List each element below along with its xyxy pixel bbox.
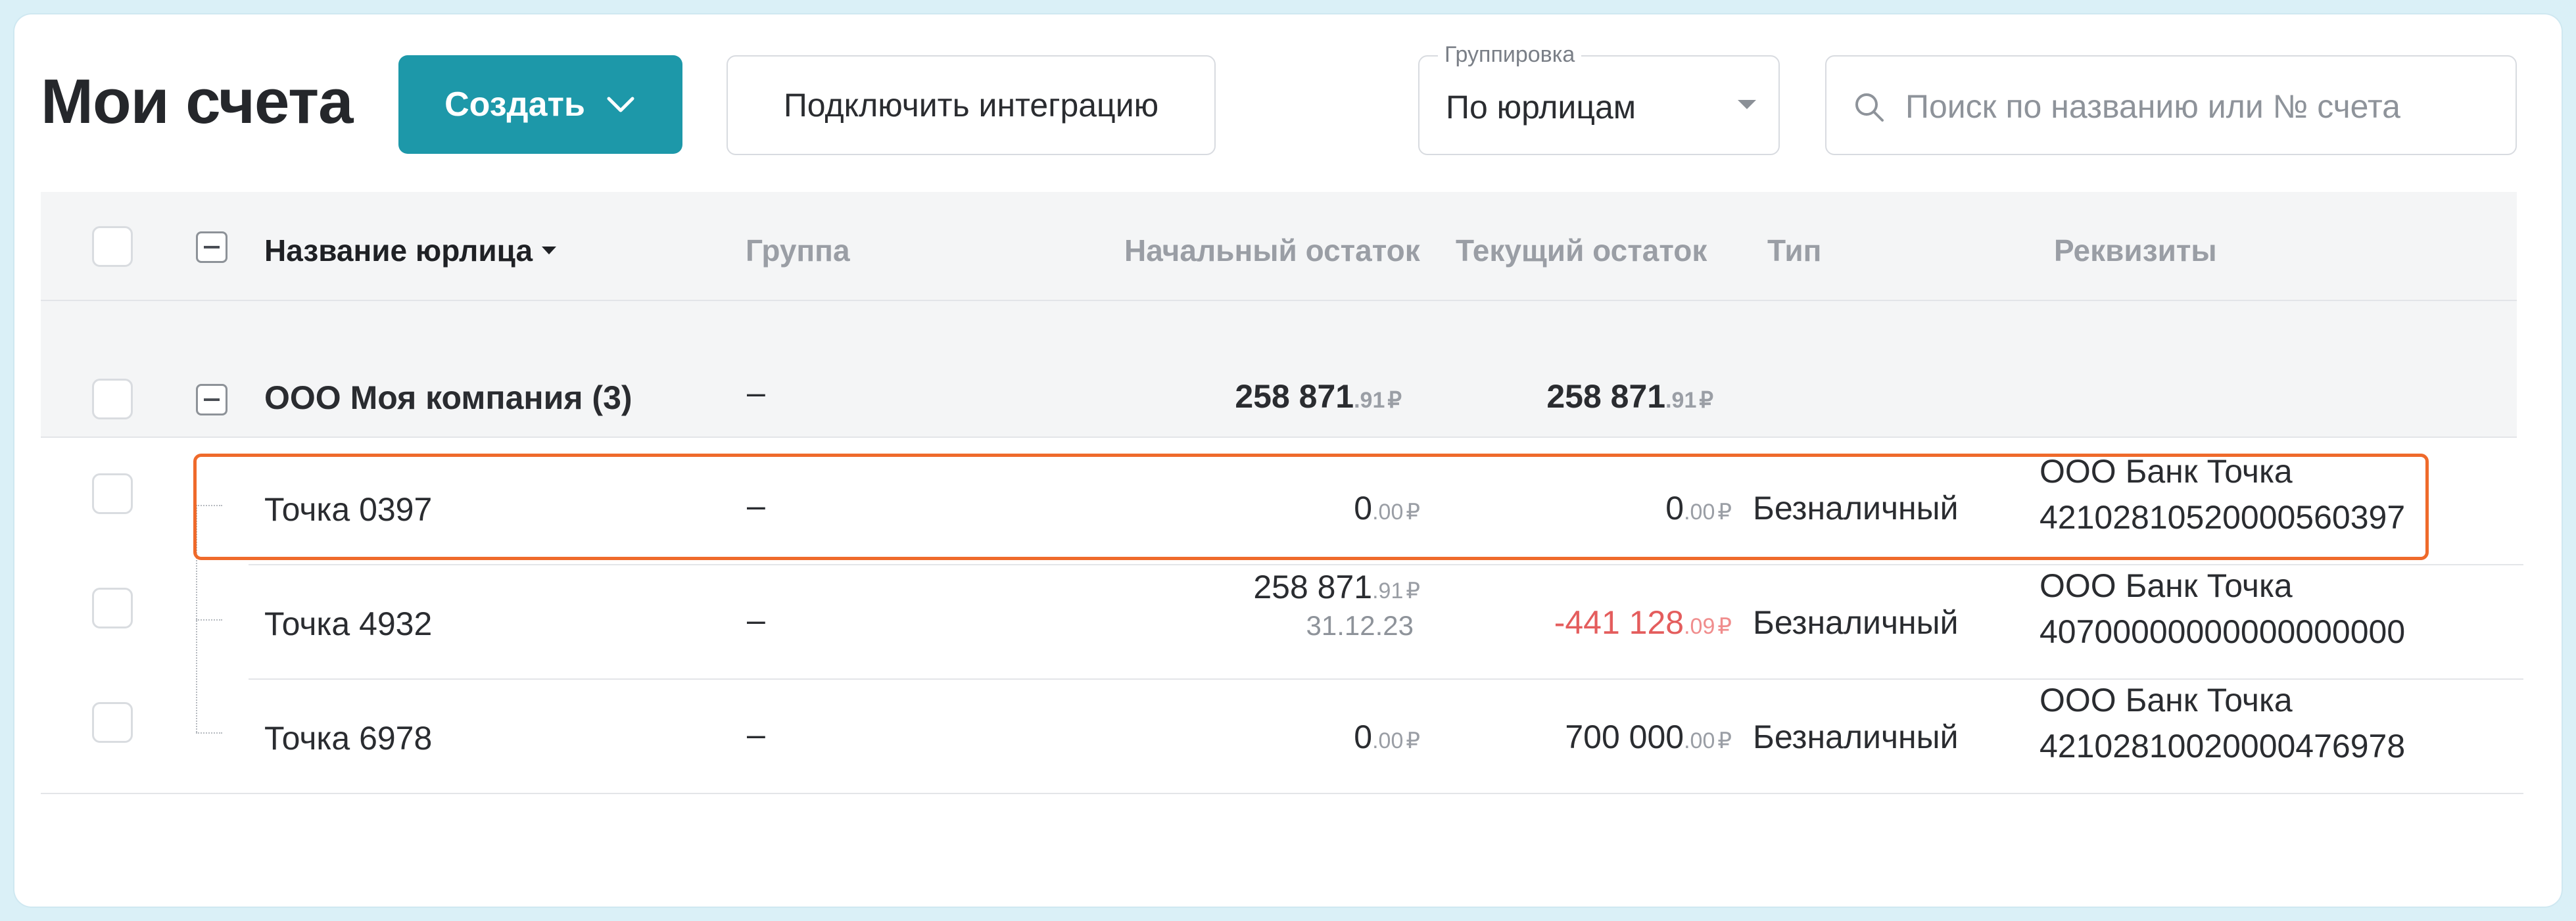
current-balance: 700 000.00 ₽ [1565, 719, 1732, 755]
account-type: Безналичный [1753, 490, 1959, 527]
account-name[interactable]: Точка 0397 [264, 490, 432, 529]
column-header-group[interactable]: Группа [746, 233, 850, 268]
accounts-panel: Мои счета Создать Подключить интеграцию … [14, 14, 2562, 907]
opening-balance-date: 31.12.23 [1306, 610, 1414, 641]
account-number: 42102810520000560397 [2039, 499, 2406, 536]
chevron-down-icon [607, 97, 634, 112]
row-divider [249, 678, 2523, 680]
column-header-type[interactable]: Тип [1767, 233, 1821, 268]
column-header-current-balance[interactable]: Текущий остаток [1456, 233, 1707, 268]
grouping-label: Группировка [1438, 42, 1582, 68]
bank-name: ООО Банк Точка [2039, 682, 2293, 719]
create-button[interactable]: Создать [398, 55, 682, 154]
tree-connector [196, 505, 197, 732]
opening-balance: 0.00 ₽ [1354, 490, 1420, 527]
group-row[interactable]: ООО Моя компания (3) – 258 871.91 ₽ 258 8… [41, 301, 2517, 438]
sort-caret-icon [542, 247, 557, 254]
tree-connector [196, 619, 222, 621]
bank-name: ООО Банк Точка [2039, 453, 2293, 490]
grouping-select[interactable]: Группировка По юрлицам [1418, 42, 1780, 155]
connect-integration-button[interactable]: Подключить интеграцию [727, 55, 1216, 155]
column-header-name[interactable]: Название юрлица [264, 233, 557, 268]
account-name[interactable]: Точка 6978 [264, 719, 432, 757]
row-checkbox[interactable] [92, 473, 133, 514]
group-name: ООО Моя компания (3) [264, 379, 632, 416]
account-number: 40700000000000000000 [2039, 613, 2406, 650]
row-checkbox[interactable] [92, 588, 133, 628]
current-balance: 0.00 ₽ [1665, 490, 1732, 527]
account-name[interactable]: Точка 4932 [264, 605, 432, 643]
group-current-balance: 258 871.91 ₽ [1546, 378, 1713, 415]
account-group: – [747, 602, 765, 638]
table-bottom-divider [41, 793, 2523, 794]
tree-connector [196, 505, 222, 506]
account-group: – [747, 487, 765, 524]
opening-balance: 0.00 ₽ [1354, 719, 1420, 755]
account-type: Безналичный [1753, 604, 1959, 641]
caret-down-icon [1738, 100, 1756, 109]
account-group: – [747, 716, 765, 753]
page-title: Мои счета [41, 66, 353, 137]
current-balance: -441 128.09 ₽ [1554, 604, 1732, 641]
search-field[interactable] [1825, 55, 2517, 155]
search-icon [1855, 93, 1884, 122]
tree-connector [196, 732, 222, 734]
grouping-value: По юрлицам [1446, 89, 1636, 126]
opening-balance: 258 871.91 ₽ [1253, 569, 1420, 605]
select-all-checkbox[interactable] [92, 226, 133, 267]
group-collapse-toggle[interactable] [196, 384, 227, 415]
account-type: Безналичный [1753, 719, 1959, 755]
group-row-checkbox[interactable] [92, 379, 133, 419]
column-header-details[interactable]: Реквизиты [2054, 233, 2217, 268]
column-header-name-label: Название юрлица [264, 233, 533, 268]
create-button-label: Создать [444, 85, 585, 124]
row-checkbox[interactable] [92, 702, 133, 743]
table-header: Название юрлица Группа Начальный остаток… [41, 192, 2517, 301]
column-header-opening-balance[interactable]: Начальный остаток [1124, 233, 1420, 268]
row-divider [249, 564, 2523, 565]
group-group: – [747, 374, 765, 411]
account-number: 42102810020000476978 [2039, 728, 2406, 765]
bank-name: ООО Банк Точка [2039, 567, 2293, 604]
search-input[interactable] [1904, 76, 2498, 137]
group-opening-balance: 258 871.91 ₽ [1235, 378, 1402, 415]
collapse-all-toggle[interactable] [196, 231, 227, 263]
